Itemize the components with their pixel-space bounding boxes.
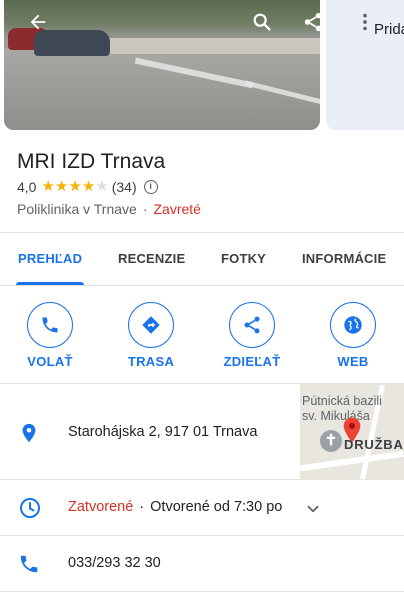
star-full-icon: ★ — [41, 178, 55, 195]
photo-header: Prida — [0, 0, 404, 130]
action-buttons: VOLAŤ TRASA ZDIEĽAŤ WEB — [0, 286, 404, 384]
star-empty-icon: ★ — [95, 178, 109, 195]
directions-label: TRASA — [127, 354, 175, 369]
map-label-druzba: DRUŽBA — [344, 437, 404, 452]
address-row[interactable]: Starohájska 2, 917 01 Trnava Pútnická ba… — [0, 384, 404, 480]
share-label: ZDIEĽAŤ — [223, 354, 281, 369]
rating-stars: ★ ★ ★ ★ ★ — [41, 178, 109, 195]
separator-dot: · — [139, 499, 145, 515]
call-label: VOLAŤ — [27, 354, 73, 369]
map-thumbnail[interactable]: Pútnická bazili sv. Mikuláša ✝ DRUŽBA — [300, 384, 404, 480]
share-button[interactable]: ZDIEĽAŤ — [217, 302, 287, 369]
hours-status: Zatvorené — [68, 499, 134, 515]
tab-photos[interactable]: FOTKY — [221, 251, 266, 266]
hours-text: Zatvorené · Otvorené od 7:30 po — [68, 499, 282, 515]
clock-icon — [18, 496, 42, 525]
category-row: Poliklinika v Trnave · Zavreté — [17, 201, 201, 217]
open-status: Zavreté — [153, 201, 201, 217]
location-pin-icon — [18, 421, 40, 450]
share-icon — [229, 302, 275, 348]
star-full-icon: ★ — [54, 178, 69, 195]
phone-number: 033/293 32 30 — [68, 555, 161, 571]
map-label-basilica: Pútnická bazili — [302, 394, 382, 408]
search-icon[interactable] — [248, 8, 276, 36]
hours-row[interactable]: Zatvorené · Otvorené od 7:30 po — [0, 480, 404, 536]
call-button[interactable]: VOLAŤ — [15, 302, 85, 369]
tab-overview[interactable]: PREHĽAD — [18, 251, 82, 266]
address-text: Starohájska 2, 917 01 Trnava — [68, 424, 258, 440]
separator-dot: · — [142, 201, 148, 217]
directions-icon — [128, 302, 174, 348]
place-category: Poliklinika v Trnave — [17, 201, 137, 217]
place-title: MRI IZD Trnava — [17, 150, 166, 173]
share-icon[interactable] — [299, 8, 327, 36]
phone-row[interactable]: 033/293 32 30 — [0, 536, 404, 592]
rating-row[interactable]: 4,0 ★ ★ ★ ★ ★ (34) i — [17, 179, 158, 195]
tab-bar: PREHĽAD RECENZIE FOTKY INFORMÁCIE — [0, 232, 404, 286]
chevron-down-icon[interactable] — [304, 500, 322, 523]
directions-button[interactable]: TRASA — [116, 302, 186, 369]
active-tab-indicator — [16, 282, 84, 285]
tab-reviews[interactable]: RECENZIE — [118, 251, 185, 266]
phone-icon — [27, 302, 73, 348]
phone-icon — [18, 553, 40, 580]
map-road — [300, 450, 404, 472]
website-label: WEB — [337, 354, 369, 369]
star-full-icon: ★ — [81, 178, 96, 195]
back-arrow-icon[interactable] — [24, 8, 52, 36]
church-icon: ✝ — [320, 430, 342, 452]
star-full-icon: ★ — [68, 178, 82, 195]
rating-value: 4,0 — [17, 179, 37, 195]
review-count: (34) — [111, 179, 137, 195]
more-vert-icon[interactable] — [351, 8, 379, 36]
website-button[interactable]: WEB — [318, 302, 388, 369]
photo-curb — [79, 38, 320, 54]
info-icon[interactable]: i — [143, 180, 158, 194]
place-details-page: Prida MRI IZD Trnava 4,0 ★ ★ ★ ★ ★ (34) … — [0, 0, 404, 600]
hours-detail: Otvorené od 7:30 po — [150, 499, 283, 515]
globe-icon — [330, 302, 376, 348]
tab-info[interactable]: INFORMÁCIE — [302, 251, 386, 266]
